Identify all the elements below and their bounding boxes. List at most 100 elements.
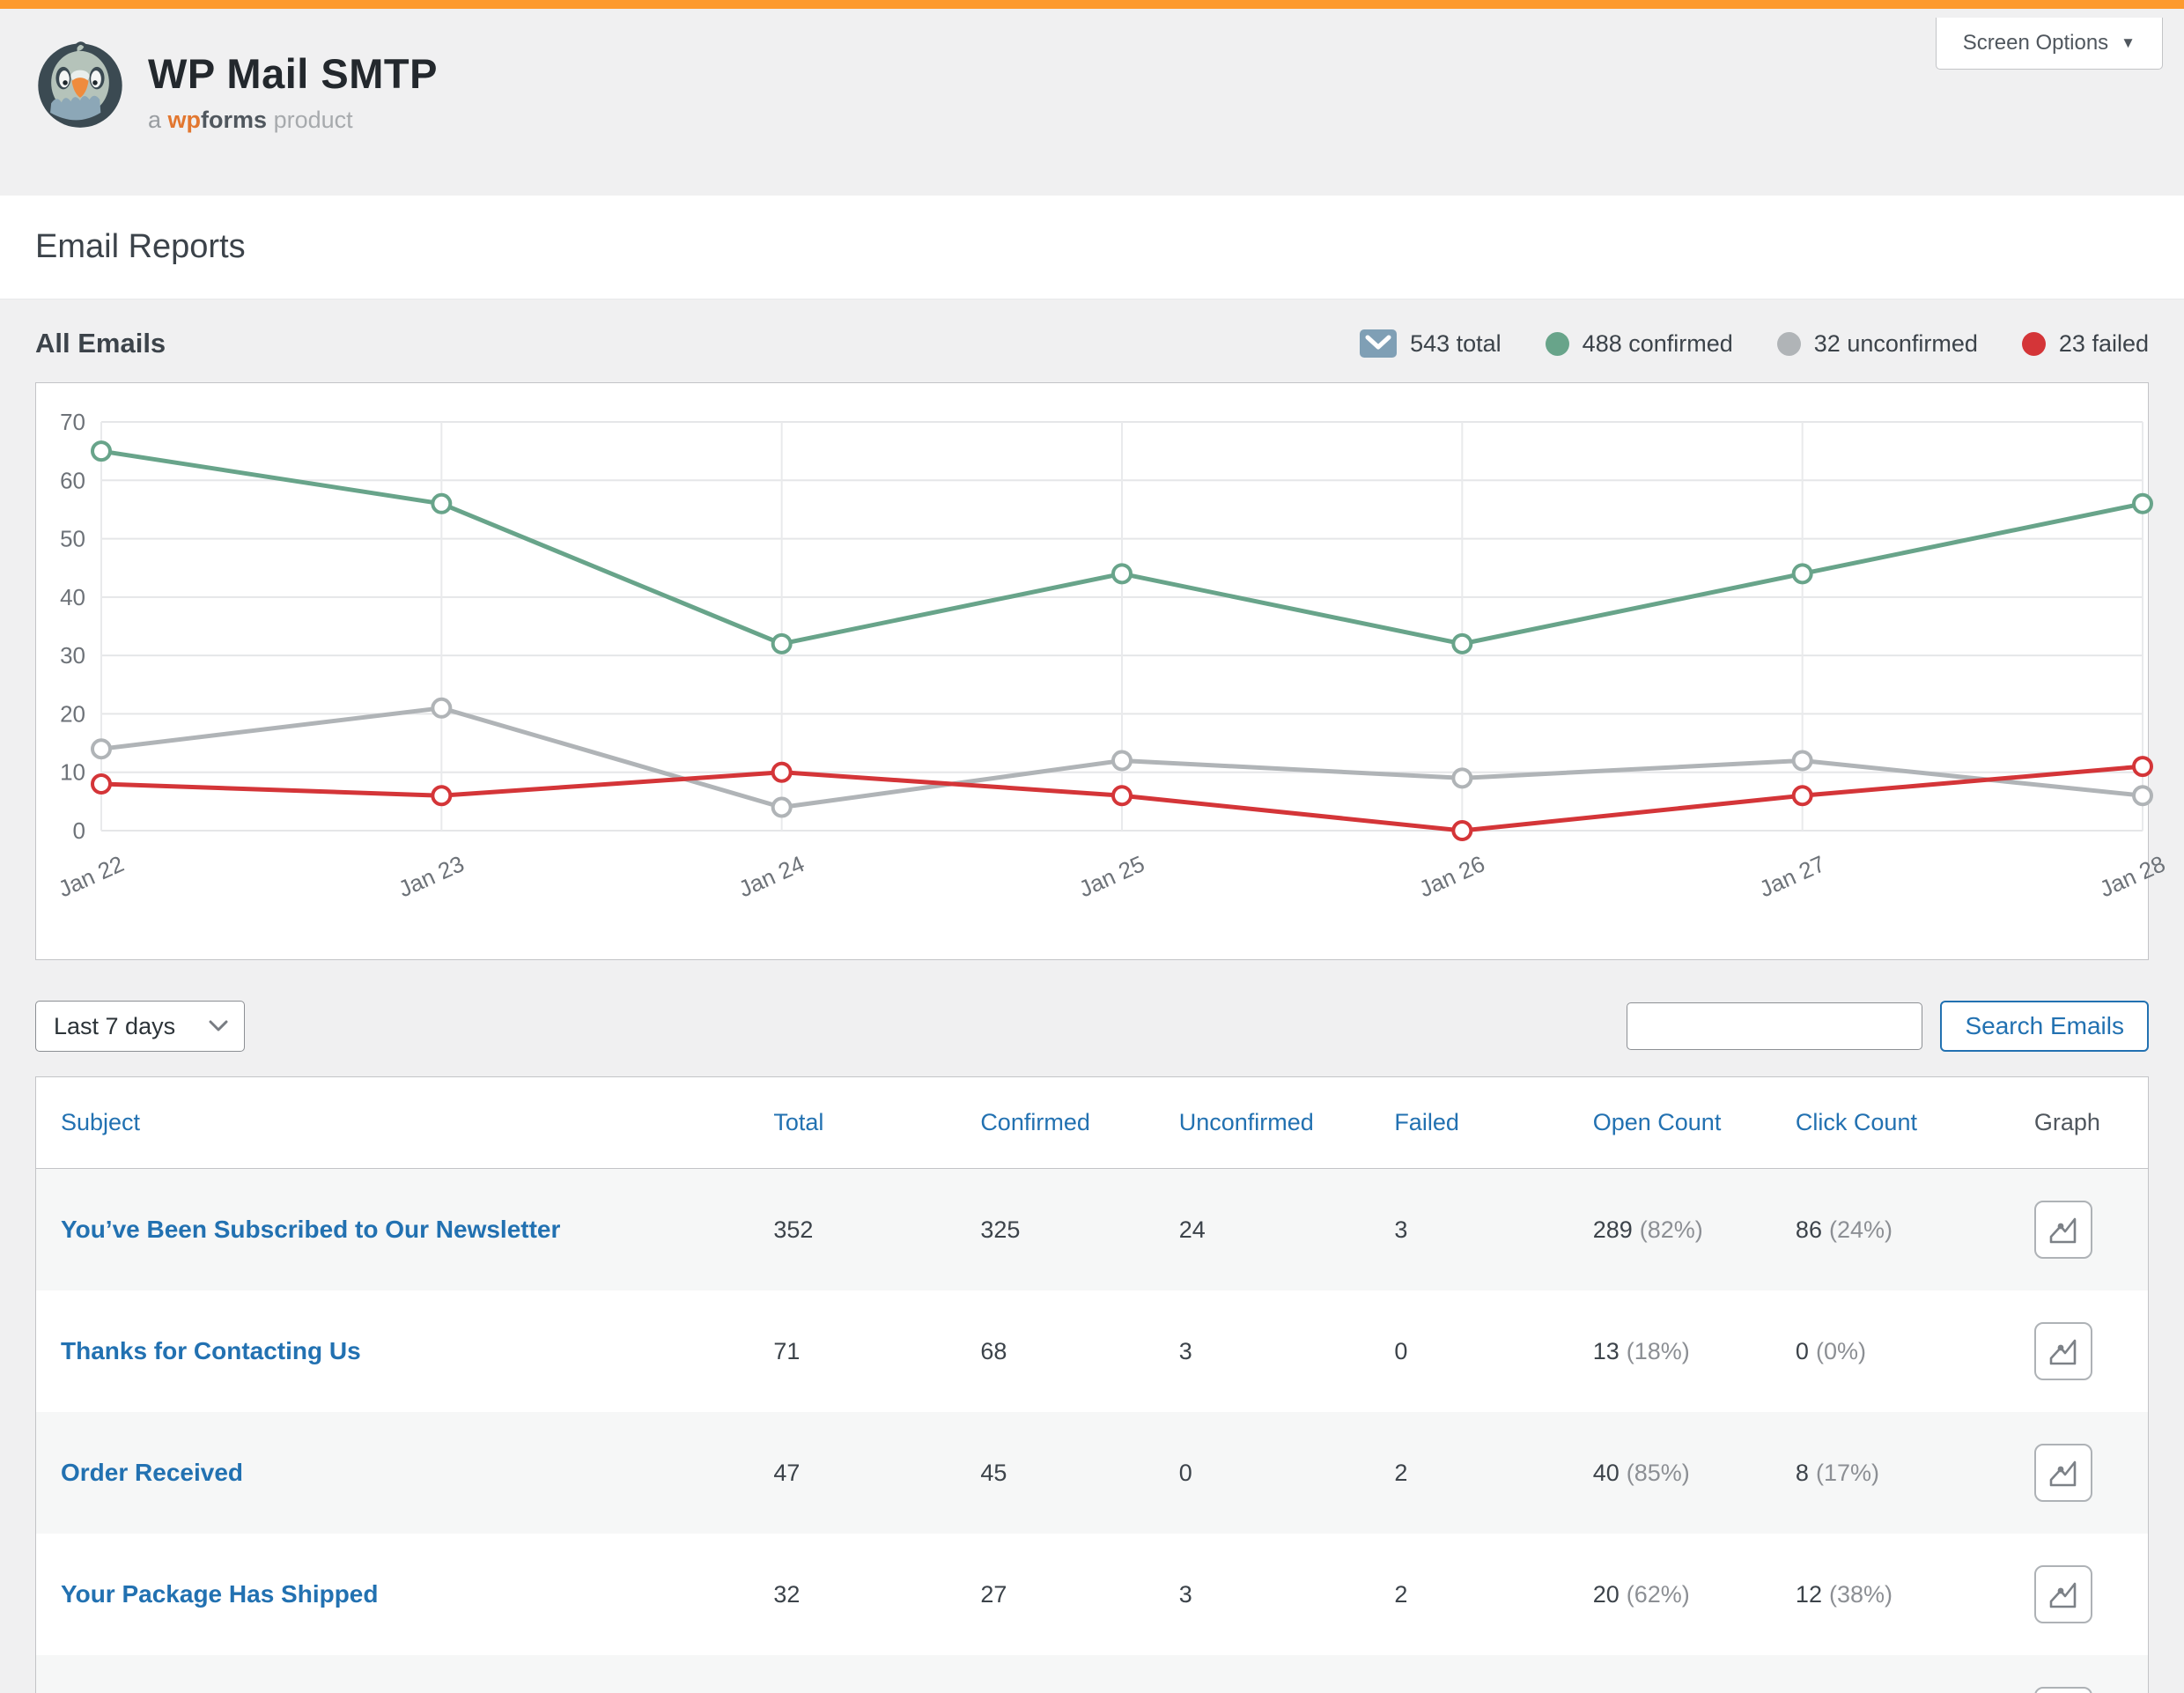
chevron-down-icon: ▼: [2121, 34, 2136, 52]
legend-label: 543 total: [1410, 330, 1502, 358]
row-graph-button[interactable]: [2034, 1565, 2092, 1623]
failed-value: 2: [1394, 1581, 1407, 1608]
click-count-value: 86: [1796, 1216, 1822, 1243]
search-input[interactable]: [1627, 1002, 1922, 1050]
unconfirmed-value: 24: [1179, 1216, 1206, 1243]
row-graph-button[interactable]: [2034, 1322, 2092, 1380]
emails-line-chart[interactable]: 010203040506070Jan 22Jan 23Jan 24Jan 25J…: [40, 390, 2151, 954]
svg-text:30: 30: [60, 642, 85, 669]
app-title: WP Mail SMTP: [148, 49, 438, 98]
data-point-unconfirmed[interactable]: [92, 740, 110, 758]
svg-text:70: 70: [60, 409, 85, 435]
data-point-failed[interactable]: [2134, 758, 2151, 775]
total-value: 71: [773, 1338, 800, 1364]
data-point-confirmed[interactable]: [1794, 565, 1811, 582]
data-point-unconfirmed[interactable]: [432, 699, 450, 717]
svg-text:20: 20: [60, 700, 85, 727]
svg-text:Jan 23: Jan 23: [395, 850, 469, 902]
row-graph-button[interactable]: [2034, 1201, 2092, 1259]
page-title: Email Reports: [35, 228, 246, 266]
data-point-confirmed[interactable]: [1453, 635, 1471, 653]
top-accent-bar: [0, 0, 2184, 9]
column-header-click[interactable]: Click Count: [1787, 1077, 2025, 1169]
email-subject-link[interactable]: Thanks for Contacting Us: [61, 1337, 361, 1364]
data-point-unconfirmed[interactable]: [1453, 769, 1471, 787]
unconfirmed-value: 3: [1179, 1581, 1192, 1608]
date-range-select[interactable]: Last 7 days: [35, 1001, 245, 1052]
data-point-failed[interactable]: [432, 787, 450, 804]
app-header: WP Mail SMTP a wpforms product Screen Op…: [0, 9, 2184, 196]
open-count-percent: (18%): [1627, 1338, 1690, 1364]
open-count-value: 40: [1593, 1460, 1620, 1486]
open-count-value: 289: [1593, 1216, 1633, 1243]
row-graph-button[interactable]: [2034, 1444, 2092, 1502]
open-count-percent: (85%): [1627, 1460, 1690, 1486]
column-header-open[interactable]: Open Count: [1584, 1077, 1787, 1169]
confirmed-value: 45: [980, 1460, 1007, 1486]
data-point-failed[interactable]: [92, 775, 110, 793]
email-subject-link[interactable]: You’ve Been Subscribed to Our Newsletter: [61, 1216, 560, 1243]
column-header-confirmed[interactable]: Confirmed: [971, 1077, 1169, 1169]
click-count-percent: (0%): [1816, 1338, 1866, 1364]
svg-text:Jan 22: Jan 22: [55, 850, 129, 902]
click-count-percent: (17%): [1816, 1460, 1879, 1486]
data-point-confirmed[interactable]: [1113, 565, 1131, 582]
table-header-row: SubjectTotalConfirmedUnconfirmedFailedOp…: [36, 1077, 2148, 1169]
legend-item: 488 confirmed: [1546, 330, 1733, 358]
pigeon-logo-icon: [33, 37, 127, 130]
data-point-failed[interactable]: [1113, 787, 1131, 804]
unconfirmed-value: 0: [1179, 1460, 1192, 1486]
legend-label: 32 unconfirmed: [1814, 330, 1978, 358]
failed-value: 2: [1394, 1460, 1407, 1486]
row-graph-button[interactable]: [2034, 1687, 2092, 1693]
data-point-failed[interactable]: [773, 764, 791, 781]
svg-text:Jan 27: Jan 27: [1755, 850, 1829, 902]
email-subject-link[interactable]: Your Package Has Shipped: [61, 1580, 379, 1608]
click-count-value: 12: [1796, 1581, 1822, 1608]
search-emails-button[interactable]: Search Emails: [1940, 1001, 2149, 1052]
open-count-value: 20: [1593, 1581, 1620, 1608]
screen-options-button[interactable]: Screen Options ▼: [1936, 18, 2163, 70]
column-header-subject[interactable]: Subject: [36, 1077, 764, 1169]
failed-value: 0: [1394, 1338, 1407, 1364]
envelope-icon: [1360, 329, 1397, 358]
svg-text:Jan 24: Jan 24: [734, 850, 808, 902]
confirmed-value: 27: [980, 1581, 1007, 1608]
mini-line-chart-icon: [2048, 1335, 2079, 1367]
column-header-total[interactable]: Total: [764, 1077, 971, 1169]
data-point-confirmed[interactable]: [2134, 495, 2151, 513]
open-count-percent: (82%): [1640, 1216, 1703, 1243]
legend-dot-icon: [1546, 332, 1569, 356]
data-point-unconfirmed[interactable]: [1794, 751, 1811, 769]
legend-item: 23 failed: [2022, 330, 2149, 358]
column-header-failed[interactable]: Failed: [1385, 1077, 1583, 1169]
svg-text:Jan 28: Jan 28: [2096, 850, 2170, 902]
email-reports-table: SubjectTotalConfirmedUnconfirmedFailedOp…: [36, 1077, 2148, 1693]
data-point-unconfirmed[interactable]: [1113, 751, 1131, 769]
email-subject-link[interactable]: Order Received: [61, 1459, 243, 1486]
table-row: Your Account Details28262024(86%)8(29%): [36, 1655, 2148, 1693]
table-row: Order Received47450240(85%)8(17%): [36, 1412, 2148, 1534]
svg-text:0: 0: [73, 817, 85, 844]
data-point-unconfirmed[interactable]: [2134, 787, 2151, 804]
data-point-confirmed[interactable]: [92, 442, 110, 460]
legend-dot-icon: [1777, 332, 1801, 356]
data-point-confirmed[interactable]: [432, 495, 450, 513]
column-header-unconfirmed[interactable]: Unconfirmed: [1170, 1077, 1386, 1169]
legend-dot-icon: [2022, 332, 2046, 356]
data-point-failed[interactable]: [1453, 822, 1471, 839]
failed-value: 3: [1394, 1216, 1407, 1243]
unconfirmed-value: 3: [1179, 1338, 1192, 1364]
data-point-confirmed[interactable]: [773, 635, 791, 653]
page-title-band: Email Reports: [0, 196, 2184, 299]
total-value: 47: [773, 1460, 800, 1486]
legend-item: 543 total: [1360, 329, 1502, 358]
chart-legend: 543 total 488 confirmed 32 unconfirmed 23 f…: [1360, 329, 2149, 358]
click-count-percent: (24%): [1829, 1216, 1893, 1243]
data-point-failed[interactable]: [1794, 787, 1811, 804]
data-point-unconfirmed[interactable]: [773, 798, 791, 816]
total-value: 32: [773, 1581, 800, 1608]
svg-text:60: 60: [60, 467, 85, 493]
email-chart-card: 010203040506070Jan 22Jan 23Jan 24Jan 25J…: [35, 382, 2149, 960]
svg-text:50: 50: [60, 526, 85, 552]
